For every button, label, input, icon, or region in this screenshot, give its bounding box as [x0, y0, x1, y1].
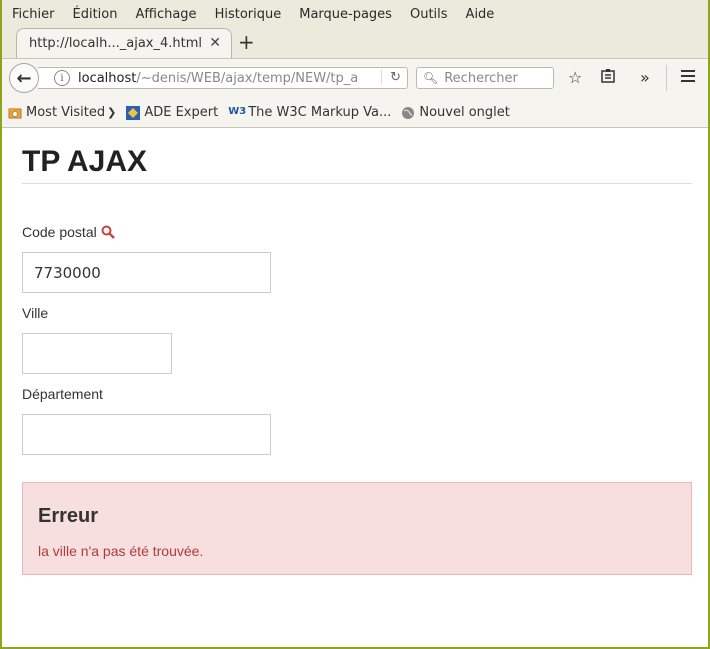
close-icon[interactable]: ✕ [209, 35, 221, 51]
page-content: TP AJAX Code postal 7730000 Ville Départ… [4, 129, 706, 647]
search-icon: 🔍︎ [423, 71, 439, 85]
tab-title: http://localh..._ajax_4.html [29, 36, 203, 51]
overflow-chevron-icon[interactable]: » [640, 68, 650, 87]
hamburger-menu-icon[interactable] [680, 68, 696, 88]
url-bar[interactable]: i localhost /~denis/WEB/ajax/temp/NEW/tp… [38, 67, 408, 89]
code-postal-label: Code postal [22, 224, 115, 242]
star-icon[interactable]: ☆ [568, 68, 582, 87]
back-button[interactable]: ← [9, 63, 39, 93]
tab-active[interactable]: http://localh..._ajax_4.html ✕ [16, 28, 232, 58]
back-arrow-icon: ← [16, 67, 32, 89]
page-title: TP AJAX [22, 145, 148, 178]
bookmark-w3c-validator[interactable]: W3 The W3C Markup Va... [228, 105, 391, 120]
menu-affichage[interactable]: Affichage [135, 7, 196, 22]
menu-bar: Fichier Édition Affichage Historique Mar… [2, 0, 708, 28]
search-input[interactable]: 🔍︎ Rechercher [416, 67, 554, 89]
globe-icon [401, 106, 415, 120]
info-icon[interactable]: i [54, 70, 70, 86]
departement-input[interactable] [22, 414, 271, 455]
bookmark-nouvel-onglet[interactable]: Nouvel onglet [401, 105, 510, 120]
bookmark-most-visited[interactable]: Most Visited ❯ [8, 105, 116, 120]
new-tab-icon[interactable]: + [238, 30, 255, 54]
menu-edition[interactable]: Édition [73, 7, 118, 22]
reading-list-icon[interactable] [600, 68, 616, 88]
search-placeholder: Rechercher [444, 70, 518, 86]
search-icon [101, 225, 115, 242]
ville-input[interactable] [22, 333, 172, 374]
error-title: Erreur [38, 505, 99, 527]
menu-historique[interactable]: Historique [215, 7, 282, 22]
ville-label: Ville [22, 305, 49, 321]
url-path: /~denis/WEB/ajax/temp/NEW/tp_a [136, 70, 359, 86]
chevron-down-icon: ❯ [107, 106, 117, 119]
menu-outils[interactable]: Outils [410, 7, 448, 22]
code-postal-input[interactable]: 7730000 [22, 252, 271, 293]
navigation-bar: i localhost /~denis/WEB/ajax/temp/NEW/tp… [2, 58, 708, 98]
ade-logo-icon [126, 105, 141, 120]
bookmarks-bar: Most Visited ❯ ADE Expert W3 The W3C Mar… [2, 98, 708, 128]
menu-fichier[interactable]: Fichier [12, 7, 55, 22]
menu-marque-pages[interactable]: Marque-pages [299, 7, 392, 22]
divider [666, 65, 667, 91]
w3c-logo-icon: W3 [228, 105, 247, 117]
divider [22, 183, 692, 184]
url-host: localhost [78, 70, 137, 86]
reload-icon[interactable]: ↻ [381, 70, 401, 85]
menu-aide[interactable]: Aide [466, 7, 495, 22]
tab-bar: http://localh..._ajax_4.html ✕ + [2, 28, 708, 58]
folder-icon [8, 106, 22, 120]
bookmark-ade-expert[interactable]: ADE Expert [126, 105, 218, 120]
error-message: la ville n'a pas été trouvée. [38, 543, 204, 559]
browser-window: Fichier Édition Affichage Historique Mar… [0, 0, 710, 649]
departement-label: Département [22, 386, 103, 402]
error-alert: Erreur la ville n'a pas été trouvée. [22, 482, 692, 575]
